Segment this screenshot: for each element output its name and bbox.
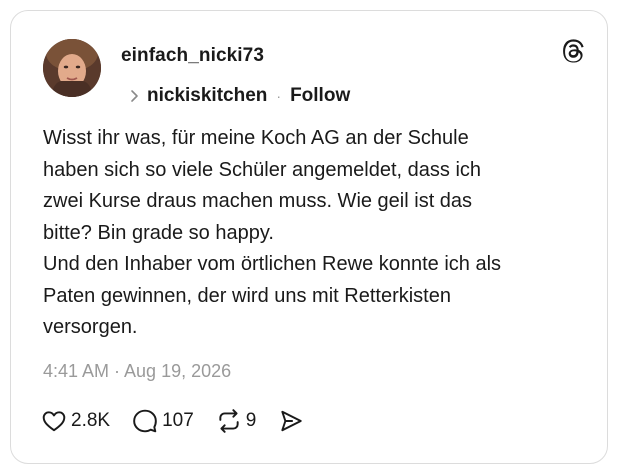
repost-icon — [219, 409, 239, 433]
reply-context: nickiskitchen · Follow — [129, 84, 350, 108]
post-card: einfach_nicki73 nickiskitchen · Follow W… — [10, 10, 608, 464]
repost-count: 9 — [245, 410, 257, 431]
send-icon — [281, 410, 303, 432]
post-timestamp[interactable]: 4:41 AM · Aug 19, 2026 — [43, 361, 231, 382]
reply-count: 107 — [162, 410, 194, 431]
avatar-image — [43, 39, 101, 97]
avatar[interactable] — [43, 39, 101, 97]
separator-dot: · — [276, 88, 282, 104]
reply-context-username[interactable]: nickiskitchen — [147, 85, 267, 107]
heart-icon — [42, 411, 66, 432]
like-count: 2.8K — [71, 410, 111, 431]
share-button[interactable] — [278, 408, 304, 434]
post-text: Wisst ihr was, für meine Koch AG an der … — [43, 127, 502, 338]
comment-bubble-icon — [133, 409, 157, 433]
reply-button[interactable]: 107 — [132, 408, 194, 434]
threads-logo-icon[interactable] — [559, 37, 587, 65]
like-button[interactable]: 2.8K — [41, 408, 110, 434]
action-bar: 2.8K 107 9 — [41, 407, 326, 435]
username[interactable]: einfach_nicki73 — [121, 45, 264, 67]
chevron-right-icon — [131, 90, 138, 102]
follow-button[interactable]: Follow — [290, 85, 350, 107]
repost-button[interactable]: 9 — [216, 408, 257, 434]
